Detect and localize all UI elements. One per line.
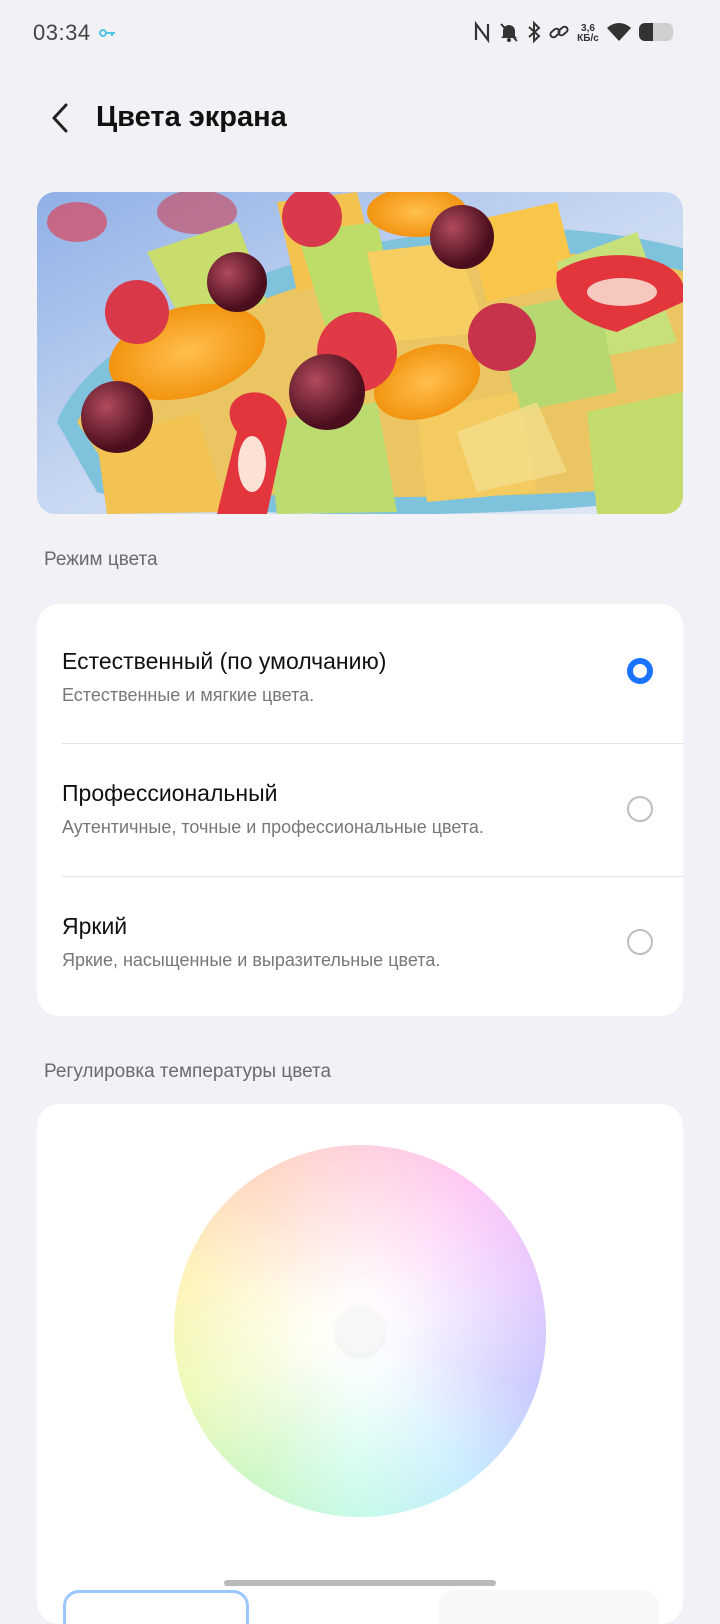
radio-selected[interactable] — [627, 658, 653, 684]
color-mode-card: Естественный (по умолчанию) Естественные… — [37, 604, 683, 1016]
option-description: Естественные и мягкие цвета. — [62, 685, 315, 705]
radio-unselected[interactable] — [627, 796, 653, 822]
status-time: 03:34 — [33, 20, 91, 45]
link-icon — [548, 21, 570, 48]
preset-button[interactable] — [63, 1590, 249, 1624]
option-natural[interactable]: Естественный (по умолчанию) Естественные… — [37, 604, 683, 736]
nfc-icon — [472, 20, 492, 48]
bluetooth-icon — [526, 20, 542, 48]
status-icons: 3,6 КБ/с — [472, 20, 674, 48]
vpn-key-icon — [99, 26, 117, 44]
preview-image — [37, 192, 683, 514]
home-indicator — [224, 1580, 496, 1586]
option-description: Аутентичные, точные и профессиональные ц… — [62, 817, 484, 837]
battery-icon — [638, 21, 674, 48]
mute-icon — [498, 21, 520, 48]
temperature-label: Регулировка температуры цвета — [44, 1061, 332, 1082]
page-title: Цвета экрана — [96, 101, 287, 133]
option-professional[interactable]: Профессиональный Аутентичные, точные и п… — [37, 744, 683, 876]
net-speed-unit: КБ/с — [577, 33, 599, 44]
radio-unselected[interactable] — [627, 929, 653, 955]
option-description: Яркие, насыщенные и выразительные цвета. — [62, 950, 441, 970]
option-title: Яркий — [62, 913, 128, 939]
option-vivid[interactable]: Яркий Яркие, насыщенные и выразительные … — [37, 877, 683, 1009]
net-speed: 3,6 КБ/с — [576, 24, 600, 44]
wifi-icon — [606, 21, 632, 48]
header: Цвета экрана — [0, 88, 720, 150]
option-title: Естественный (по умолчанию) — [62, 648, 387, 674]
color-mode-label: Режим цвета — [44, 549, 158, 570]
wheel-handle[interactable] — [336, 1307, 384, 1355]
chevron-left-icon — [52, 103, 68, 133]
color-temperature-wheel[interactable] — [174, 1145, 546, 1517]
status-bar: 03:34 3,6 КБ/с — [0, 0, 720, 68]
preset-button[interactable] — [439, 1590, 659, 1624]
option-title: Профессиональный — [62, 780, 278, 806]
temperature-card — [37, 1104, 683, 1624]
back-button[interactable] — [40, 98, 80, 138]
